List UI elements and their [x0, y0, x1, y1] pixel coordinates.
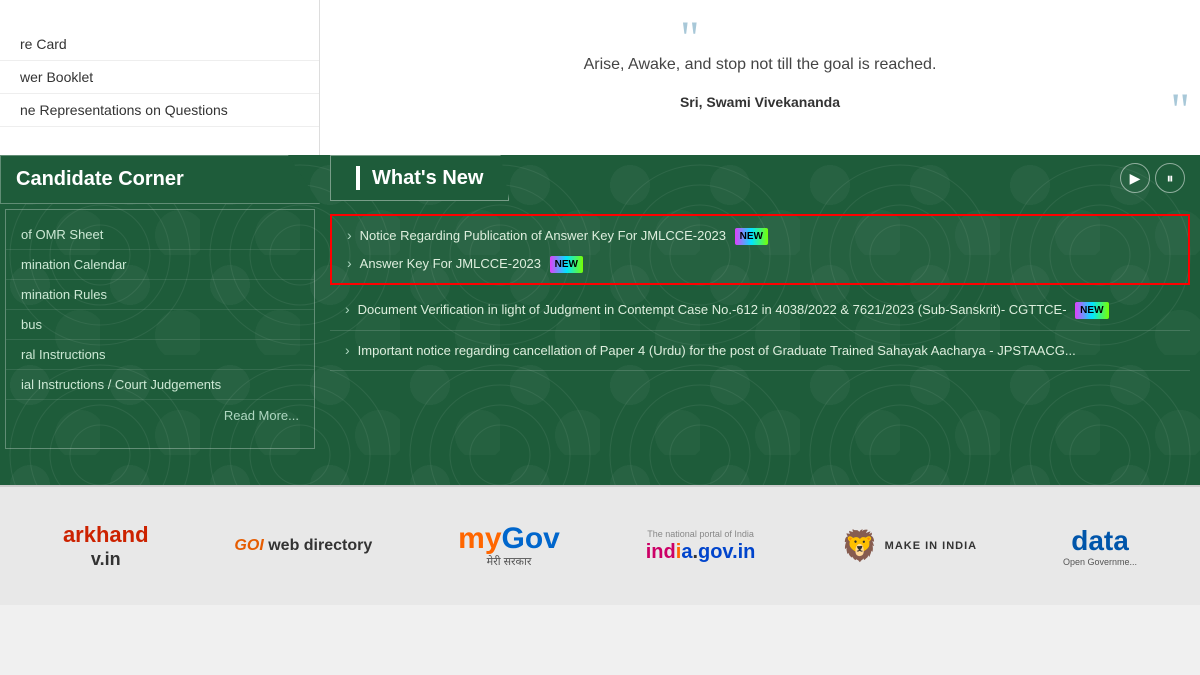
news-text-3[interactable]: Document Verification in light of Judgme…: [358, 300, 1109, 320]
quote-author: Sri, Swami Vivekananda: [680, 94, 840, 110]
new-badge-3: NEW: [1075, 302, 1108, 319]
quote-text: Arise, Awake, and stop not till the goal…: [584, 56, 937, 74]
news-item-3: › Document Verification in light of Judg…: [330, 290, 1190, 331]
candidate-item-general-instructions[interactable]: ral Instructions: [6, 340, 314, 370]
jharkhand-text2: v.in: [91, 549, 121, 570]
news-text-1[interactable]: Notice Regarding Publication of Answer K…: [360, 226, 768, 246]
new-badge-2: NEW: [550, 256, 583, 273]
candidate-corner-header: Candidate Corner: [0, 155, 320, 204]
quote-section: " Arise, Awake, and stop not till the go…: [320, 0, 1200, 155]
news-text-2[interactable]: Answer Key For JMLCCE-2023 NEW: [360, 254, 583, 274]
jharkhand-logo[interactable]: arkhand v.in: [63, 506, 149, 586]
whats-new-header: What's New ▶ ⏸: [330, 155, 1190, 201]
news-row-4: › Important notice regarding cancellatio…: [345, 341, 1175, 361]
goi-text: GOI web directory: [234, 537, 372, 555]
news-row-2: › Answer Key For JMLCCE-2023 NEW: [347, 254, 1173, 274]
news-arrow-1: ›: [347, 227, 352, 243]
menu-item-representations[interactable]: ne Representations on Questions: [0, 94, 319, 127]
news-row-3: › Document Verification in light of Judg…: [345, 300, 1175, 320]
data-gov-logo[interactable]: data Open Governme...: [1063, 506, 1137, 586]
mygov-text: myGov: [458, 524, 560, 554]
news-container: › Notice Regarding Publication of Answer…: [330, 209, 1190, 376]
make-in-india-logo[interactable]: 🦁 MAKE IN INDIA: [841, 506, 977, 586]
candidate-item-exam-calendar[interactable]: mination Calendar: [6, 250, 314, 280]
lion-icon: 🦁: [841, 529, 878, 564]
top-section: re Card wer Booklet ne Representations o…: [0, 0, 1200, 155]
india-gov-subtext: The national portal of India: [647, 529, 754, 539]
new-badge-1: NEW: [735, 228, 768, 245]
green-section: Candidate Corner of OMR Sheet mination C…: [0, 155, 1200, 485]
news-text-4[interactable]: Important notice regarding cancellation …: [358, 341, 1076, 361]
close-quote-mark: ": [1170, 87, 1190, 135]
news-arrow-4: ›: [345, 342, 350, 358]
read-more-link[interactable]: Read More...: [6, 400, 314, 431]
make-in-india-text: MAKE IN INDIA: [885, 540, 977, 552]
mygov-subtext: मेरी सरकार: [487, 554, 532, 569]
pause-button[interactable]: ⏸: [1155, 163, 1185, 193]
menu-item-score-card[interactable]: re Card: [0, 28, 319, 61]
whats-new-section: What's New ▶ ⏸ › Notice Regarding Public…: [320, 155, 1200, 485]
candidate-item-omr[interactable]: of OMR Sheet: [6, 220, 314, 250]
top-left-menu: re Card wer Booklet ne Representations o…: [0, 0, 320, 155]
candidate-corner-box: of OMR Sheet mination Calendar mination …: [5, 209, 315, 449]
candidate-item-exam-rules[interactable]: mination Rules: [6, 280, 314, 310]
candidate-item-special-instructions[interactable]: ial Instructions / Court Judgements: [6, 370, 314, 400]
controls: ▶ ⏸: [1120, 163, 1185, 193]
candidate-item-syllabus[interactable]: bus: [6, 310, 314, 340]
candidate-corner: Candidate Corner of OMR Sheet mination C…: [0, 155, 320, 485]
goi-web-directory-logo[interactable]: GOI web directory: [234, 506, 372, 586]
india-gov-text: india.gov.in: [646, 541, 756, 564]
data-text: data: [1071, 525, 1129, 557]
india-gov-logo[interactable]: The national portal of India india.gov.i…: [646, 506, 756, 586]
news-arrow-2: ›: [347, 255, 352, 271]
play-button[interactable]: ▶: [1120, 163, 1150, 193]
mygov-logo[interactable]: myGov मेरी सरकार: [458, 506, 560, 586]
whats-new-title: What's New: [330, 155, 509, 201]
open-quote-mark: ": [680, 15, 700, 63]
jharkhand-text1: arkhand: [63, 522, 149, 547]
footer-section: arkhand v.in GOI web directory myGov मेर…: [0, 485, 1200, 605]
make-in-india-container: 🦁 MAKE IN INDIA: [841, 529, 977, 564]
news-row-1: › Notice Regarding Publication of Answer…: [347, 226, 1173, 246]
news-arrow-3: ›: [345, 301, 350, 317]
data-subtext: Open Governme...: [1063, 557, 1137, 567]
news-highlighted-box: › Notice Regarding Publication of Answer…: [330, 214, 1190, 285]
menu-item-answer-booklet[interactable]: wer Booklet: [0, 61, 319, 94]
news-item-4: › Important notice regarding cancellatio…: [330, 331, 1190, 372]
